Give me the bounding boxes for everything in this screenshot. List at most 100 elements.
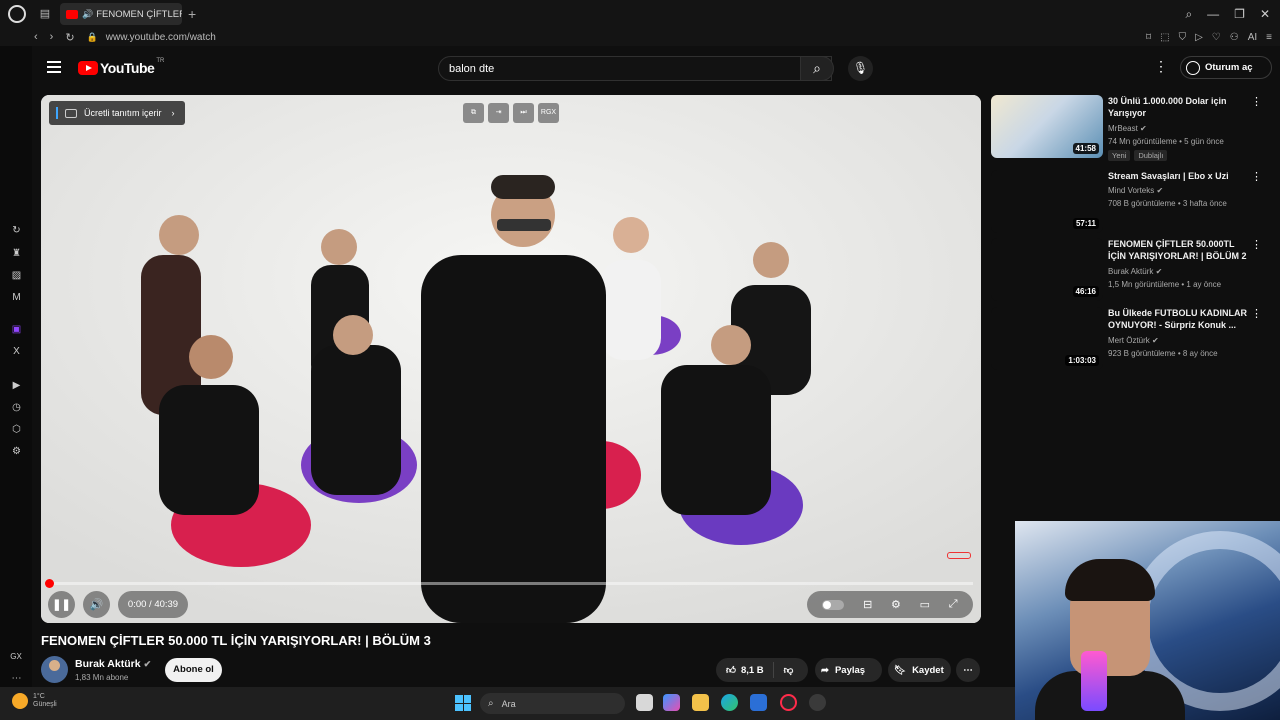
hamburger-menu-icon[interactable] [47,61,61,73]
sidebar-clock-icon[interactable]: ◷ [10,401,23,414]
fullscreen-icon[interactable]: ⤢ [949,598,958,611]
rec-channel[interactable]: Burak Aktürk ✔ [1108,267,1162,276]
sidebar-more-icon[interactable]: ⋯ [10,672,23,685]
search-button[interactable]: ⌕ [800,56,834,81]
signin-button[interactable]: Oturum aç [1180,56,1272,79]
rgx-button[interactable]: RGX [538,103,559,123]
rec-channel[interactable]: MrBeast ✔ [1108,124,1147,133]
theater-mode-icon[interactable]: ▭ [920,598,930,611]
video-thumbnail[interactable]: 1:03:03 [991,307,1103,370]
paid-promotion-chip[interactable]: Ücretli tanıtım içerir › [49,101,185,125]
rec-channel[interactable]: Mind Vorteks ✔ [1108,186,1163,195]
subtitles-icon[interactable]: ⊟ [863,598,872,611]
task-view-icon[interactable] [636,694,653,711]
forward-icon[interactable]: › [50,31,54,44]
minimize-icon[interactable]: — [1207,7,1219,22]
rec-channel-text: Mind Vorteks [1108,186,1155,195]
back-icon[interactable]: ‹ [34,31,38,44]
recommendation-item[interactable]: 41:58 30 Ünlü 1.000.000 Dolar için Yarış… [991,95,1262,161]
video-thumbnail[interactable]: 41:58 [991,95,1103,158]
windows-start-icon[interactable] [455,695,471,711]
rec-menu-icon[interactable]: ⋮ [1251,307,1262,320]
rec-channel[interactable]: Mert Öztürk ✔ [1108,336,1159,345]
rec-menu-icon[interactable]: ⋮ [1251,238,1262,251]
sidebar-player-icon[interactable]: ▶ [10,379,23,392]
reload-icon[interactable]: ↻ [65,31,74,44]
screenshot-icon[interactable]: ⬚ [1160,32,1169,43]
profile-icon[interactable]: ⚇ [1230,32,1239,43]
save-button[interactable]: 🔖︎ Kaydet [888,658,951,682]
like-button[interactable]: 👍︎ 8,1 B [716,662,774,678]
progress-bar[interactable] [45,579,973,588]
file-explorer-icon[interactable] [692,694,709,711]
store-icon[interactable] [750,694,767,711]
channel-name[interactable]: Burak Aktürk ✔ [75,658,151,670]
video-thumbnail[interactable]: 57:11 [991,170,1103,233]
search-input[interactable]: balon dte ✕ [438,56,832,81]
recommendation-item[interactable]: 57:11 Stream Savaşları | Ebo x Uzi Mind … [991,170,1262,234]
sidebar-bag-icon[interactable]: ♜ [10,247,23,260]
enter-icon[interactable]: ⇥ [488,103,509,123]
rec-title[interactable]: Bu Ülkede FUTBOLU KADINLAR OYNUYOR! - Sü… [1108,307,1248,331]
menu-icon[interactable]: ≡ [1266,32,1272,43]
app-icon[interactable] [809,694,826,711]
bookmark-icon[interactable]: ⌑ [1146,32,1151,43]
share-button[interactable]: ➦ Paylaş [815,658,882,682]
rec-title[interactable]: FENOMEN ÇİFTLER 50.000TL İÇİN YARIŞIYORL… [1108,238,1248,262]
dislike-button[interactable]: 👎︎ [774,664,794,676]
tab-manager-icon[interactable]: ▤ [38,7,52,21]
new-tab-button[interactable]: + [188,6,196,22]
speaker-icon[interactable]: 🔊 [82,9,93,20]
rec-menu-icon[interactable]: ⋮ [1251,95,1262,108]
search-tabs-icon[interactable]: ⌕ [1185,7,1192,22]
rec-title[interactable]: Stream Savaşları | Ebo x Uzi [1108,170,1248,182]
weather-widget[interactable]: 1°C Güneşli [12,693,57,709]
progress-knob[interactable] [45,579,54,588]
skip-icon[interactable]: ⏭ [513,103,534,123]
promotion-label: Ücretli tanıtım içerir [84,108,162,118]
rec-menu-icon[interactable]: ⋮ [1251,170,1262,183]
sidebar-m-icon[interactable]: M [10,291,23,304]
sidebar-x-icon[interactable]: X [10,345,23,358]
heart-icon[interactable]: ♡ [1212,32,1221,43]
settings-menu-icon[interactable]: ⋮ [1154,58,1168,75]
sidebar-extensions-icon[interactable]: ⬡ [10,423,23,436]
volume-button[interactable]: 🔊 [83,591,110,618]
ai-icon[interactable]: AI [1248,32,1257,43]
pause-button[interactable]: ❚❚ [48,591,75,618]
video-player[interactable]: Ücretli tanıtım içerir › ⧉ ⇥ ⏭ RGX ❚❚ 🔊 … [41,95,981,623]
recommendation-item[interactable]: 1:03:03 Bu Ülkede FUTBOLU KADINLAR OYNUY… [991,307,1262,371]
url-field[interactable]: www.youtube.com/watch [106,32,216,43]
autoplay-toggle[interactable] [822,599,845,610]
sidebar-settings-icon[interactable]: ⚙ [10,445,23,458]
popout-icon[interactable]: ⧉ [463,103,484,123]
settings-gear-icon[interactable]: ⚙ [891,598,901,611]
verified-icon: ✔ [1152,336,1159,345]
youtube-logo[interactable]: YouTube TR [78,58,164,76]
player-icon[interactable]: ▷ [1195,32,1203,43]
sidebar-history-icon[interactable]: ↻ [10,224,23,237]
lock-icon[interactable]: 🔒 [87,32,98,43]
subscribe-button[interactable]: Abone ol [165,658,222,682]
voice-search-button[interactable]: 🎙 [848,56,873,81]
opera-gx-logo-icon[interactable] [8,5,26,23]
edge-icon[interactable] [721,694,738,711]
browser-tab[interactable]: 🔊 FENOMEN ÇİFTLER 50 [60,3,182,25]
sidebar-twitch-icon[interactable]: ▣ [10,323,23,336]
close-window-icon[interactable]: ✕ [1260,7,1270,22]
screen: ▤ 🔊 FENOMEN ÇİFTLER 50 + ⌕ — ❐ ✕ ‹ › ↻ 🔒… [0,0,1280,720]
video-thumbnail[interactable]: 46:16 [991,238,1103,301]
taskbar-search-input[interactable]: ⌕ Ara [480,693,625,714]
rec-title[interactable]: 30 Ünlü 1.000.000 Dolar için Yarışıyor [1108,95,1248,119]
sidebar-box-icon[interactable]: ▨ [10,269,23,282]
more-actions-button[interactable]: ⋯ [956,658,980,682]
shield-icon[interactable]: ⛉ [1179,32,1187,43]
opera-gx-taskbar-icon[interactable] [780,694,797,711]
sidebar-gx-label[interactable]: GX [8,650,24,663]
restore-icon[interactable]: ❐ [1234,7,1245,22]
copilot-icon[interactable] [663,694,680,711]
promotion-icon [65,108,77,118]
recommendation-item[interactable]: 46:16 FENOMEN ÇİFTLER 50.000TL İÇİN YARI… [991,238,1262,302]
share-icon: ➦ [821,664,829,676]
channel-avatar[interactable] [41,656,68,683]
